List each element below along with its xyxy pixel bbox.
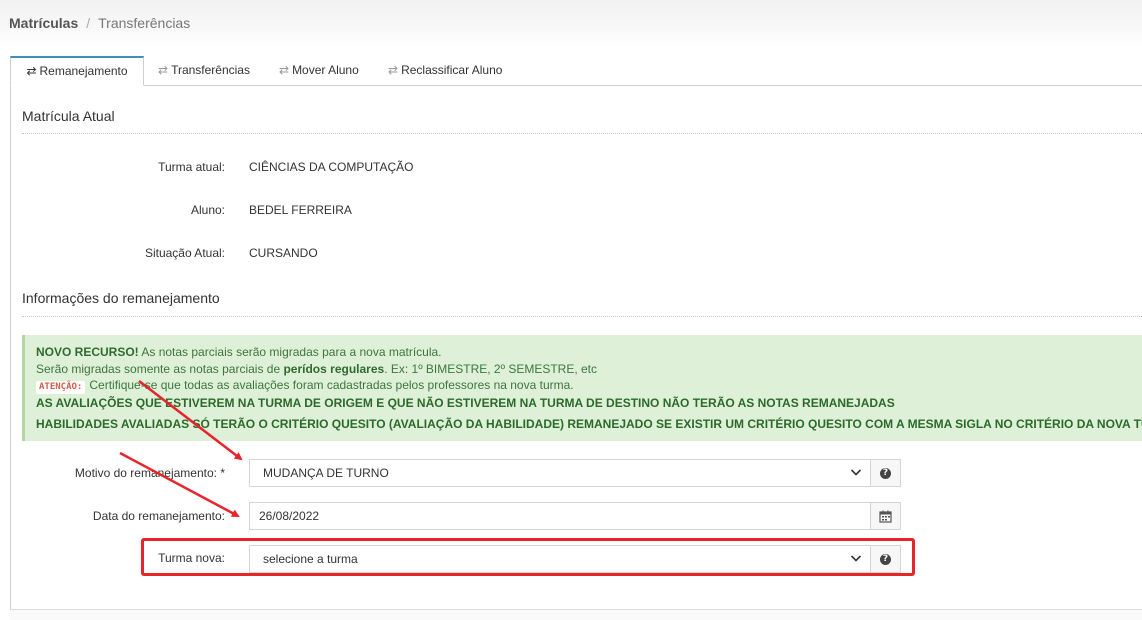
alert-strong: perídos regulares	[283, 361, 385, 376]
tab-remanejamento[interactable]: ⇄ Remanejamento	[10, 56, 144, 86]
annotation-highlight-box	[141, 538, 915, 576]
alert-line-novo-recurso: NOVO RECURSO! As notas parciais serão mi…	[36, 344, 1142, 361]
alert-strong: NOVO RECURSO!	[36, 345, 139, 359]
alert-text: . Ex: 1º BIMESTRE, 2º SEMESTRE, etc	[384, 361, 598, 376]
section-divider	[22, 316, 1142, 317]
tab-reclassificar-aluno[interactable]: ⇄ Reclassificar Aluno	[388, 56, 502, 84]
alert-text: As notas parciais serão migradas para a …	[138, 345, 442, 359]
alert-text: Certifique-se que todas as avaliações fo…	[89, 378, 574, 392]
alert-line-periodos: Serão migradas somente as notas parciais…	[36, 361, 1142, 378]
label-turma-atual: Turma atual:	[158, 160, 225, 174]
section-title-matricula-atual: Matrícula Atual	[22, 108, 115, 124]
exchange-icon: ⇄	[26, 64, 37, 78]
motivo-selected-value: MUDANÇA DE TURNO	[263, 466, 389, 480]
value-situacao-atual: CURSANDO	[249, 246, 318, 260]
tab-transferencias[interactable]: ⇄ Transferências	[158, 56, 250, 84]
breadcrumb: Matrículas / Transferências	[9, 15, 190, 31]
exchange-icon: ⇄	[388, 63, 399, 77]
question-circle-icon: ?	[880, 467, 891, 479]
exchange-icon: ⇄	[158, 63, 169, 77]
tab-label: Mover Aluno	[292, 63, 359, 77]
exchange-icon: ⇄	[279, 63, 290, 77]
panel-footer	[10, 609, 1142, 620]
calendar-icon	[879, 510, 892, 523]
label-aluno: Aluno:	[190, 203, 225, 217]
alert-text: Serão migradas somente as notas parciais…	[36, 361, 284, 376]
value-turma-atual: CIÊNCIAS DA COMPUTAÇÃO	[249, 160, 414, 174]
info-alert: NOVO RECURSO! As notas parciais serão mi…	[22, 335, 1142, 441]
page-header: Matrículas / Transferências	[0, 0, 1142, 47]
breadcrumb-separator: /	[86, 15, 91, 31]
alert-line-habilidades: HABILIDADES AVALIADAS SÓ TERÃO O CRITÉRI…	[36, 417, 1142, 431]
section-title-informacoes: Informações do remanejamento	[22, 290, 220, 306]
data-value: 26/08/2022	[259, 509, 320, 523]
alert-line-atencao: ATENÇÃO: Certifique-se que todas as avali…	[36, 377, 1142, 394]
value-aluno: BEDEL FERREIRA	[249, 203, 352, 217]
alert-line-avaliacoes: AS AVALIAÇÕES QUE ESTIVEREM NA TURMA DE …	[36, 396, 895, 410]
tab-mover-aluno[interactable]: ⇄ Mover Aluno	[279, 56, 359, 84]
label-motivo: Motivo do remanejamento: *	[74, 466, 225, 480]
breadcrumb-root[interactable]: Matrículas	[9, 15, 78, 31]
breadcrumb-current: Transferências	[98, 15, 191, 31]
attention-badge: ATENÇÃO:	[36, 381, 86, 394]
tab-label: Remanejamento	[39, 64, 128, 78]
motivo-help-button[interactable]: ?	[870, 460, 900, 486]
data-input[interactable]: 26/08/2022	[249, 502, 901, 530]
tab-label: Reclassificar Aluno	[401, 63, 503, 77]
label-data: Data do remanejamento:	[92, 509, 225, 523]
tab-label: Transferências	[171, 63, 250, 77]
section-divider	[22, 133, 1142, 134]
motivo-select[interactable]: MUDANÇA DE TURNO ?	[249, 459, 901, 487]
tab-bar: ⇄ Remanejamento ⇄ Transferências ⇄ Mover Al…	[10, 56, 1142, 86]
label-situacao-atual: Situação Atual:	[144, 246, 225, 260]
calendar-button[interactable]	[870, 503, 900, 529]
chevron-down-icon	[850, 469, 862, 476]
